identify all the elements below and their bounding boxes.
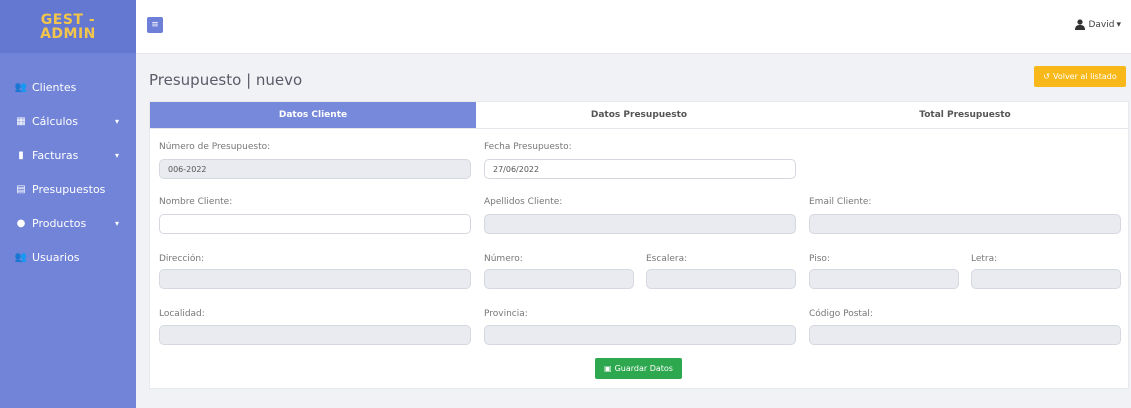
nombre-cliente-label: Nombre Cliente: <box>159 197 233 207</box>
topbar: ≡ David ▾ <box>136 0 1131 54</box>
localidad-field[interactable] <box>159 325 471 345</box>
sidebar-item-label: Usuarios <box>32 250 80 264</box>
budget-card: Datos Cliente Datos Presupuesto Total Pr… <box>149 101 1129 389</box>
escalera-field[interactable] <box>646 269 796 289</box>
fecha-presupuesto-label: Fecha Presupuesto: <box>484 142 572 152</box>
provincia-label: Provincia: <box>484 309 528 319</box>
sidebar-item-label: Clientes <box>32 80 77 94</box>
caret-down-icon: ▾ <box>114 218 119 228</box>
brand-logo[interactable]: GEST - ADMIN <box>0 0 136 54</box>
caret-down-icon: ▾ <box>114 116 119 126</box>
direccion-label: Dirección: <box>159 254 205 264</box>
page-title: Presupuesto | nuevo <box>149 71 303 89</box>
codigo-postal-field[interactable] <box>809 325 1121 345</box>
user-icon <box>1075 19 1086 30</box>
apellidos-cliente-field[interactable] <box>484 214 796 234</box>
floppy-disk-icon: ▣ <box>604 364 612 373</box>
sidebar-item-label: Facturas <box>32 148 79 162</box>
piso-field[interactable] <box>809 269 959 289</box>
letra-label: Letra: <box>971 254 998 264</box>
sidebar-item-facturas[interactable]: ▮ Facturas ▾ <box>0 138 136 172</box>
user-name: David <box>1088 19 1115 30</box>
sidebar: GEST - ADMIN 👥 Clientes ▦ Cálculos ▾ ▮ Fa… <box>0 0 136 408</box>
tab-datos-cliente[interactable]: Datos Cliente <box>150 102 476 128</box>
sidebar-item-clientes[interactable]: 👥 Clientes <box>0 70 136 104</box>
sidebar-item-presupuestos[interactable]: ▤ Presupuestos <box>0 172 136 206</box>
save-button-label: Guardar Datos <box>614 364 673 373</box>
sidebar-item-productos[interactable]: ● Productos ▾ <box>0 206 136 240</box>
provincia-field[interactable] <box>484 325 796 345</box>
caret-down-icon: ▾ <box>114 150 119 160</box>
undo-icon: ↺ <box>1043 72 1050 81</box>
localidad-label: Localidad: <box>159 309 205 319</box>
escalera-label: Escalera: <box>646 254 688 264</box>
fecha-presupuesto-field[interactable]: 27/06/2022 <box>484 159 796 179</box>
file-icon: ▮ <box>18 149 24 161</box>
sidebar-item-label: Presupuestos <box>32 182 106 196</box>
direccion-field[interactable] <box>159 269 471 289</box>
menu-toggle-button[interactable]: ≡ <box>147 17 163 33</box>
calculator-icon: ▦ <box>16 115 26 127</box>
numero-presupuesto-label: Número de Presupuesto: <box>159 142 271 152</box>
email-cliente-label: Email Cliente: <box>809 197 872 207</box>
letra-field[interactable] <box>971 269 1121 289</box>
sidebar-item-usuarios[interactable]: 👥 Usuarios <box>0 240 136 274</box>
brand-line-2: ADMIN <box>40 25 96 42</box>
sidebar-item-label: Productos <box>32 216 87 230</box>
numero-field[interactable] <box>484 269 634 289</box>
numero-label: Número: <box>484 254 523 264</box>
sidebar-item-label: Cálculos <box>32 114 79 128</box>
apellidos-cliente-label: Apellidos Cliente: <box>484 197 563 207</box>
sidebar-item-calculos[interactable]: ▦ Cálculos ▾ <box>0 104 136 138</box>
product-icon: ● <box>16 217 26 229</box>
nombre-cliente-field[interactable] <box>159 214 471 234</box>
users-cog-icon: 👥 <box>14 251 28 263</box>
numero-presupuesto-field[interactable]: 006-2022 <box>159 159 471 179</box>
sidebar-nav: 👥 Clientes ▦ Cálculos ▾ ▮ Facturas ▾ ▤ P… <box>0 54 136 274</box>
chevron-down-icon: ▾ <box>1116 19 1121 30</box>
hamburger-icon: ≡ <box>151 20 159 30</box>
users-icon: 👥 <box>14 81 28 93</box>
tab-datos-presupuesto[interactable]: Datos Presupuesto <box>476 102 802 128</box>
user-menu[interactable]: David ▾ <box>1074 19 1121 30</box>
email-cliente-field[interactable] <box>809 214 1121 234</box>
save-button[interactable]: ▣ Guardar Datos <box>595 358 682 379</box>
tab-bar: Datos Cliente Datos Presupuesto Total Pr… <box>150 102 1128 129</box>
piso-label: Piso: <box>809 254 830 264</box>
tab-total-presupuesto[interactable]: Total Presupuesto <box>802 102 1128 128</box>
codigo-postal-label: Código Postal: <box>809 309 873 319</box>
file-text-icon: ▤ <box>16 183 26 195</box>
back-to-list-button[interactable]: ↺ Volver al listado <box>1034 66 1126 87</box>
brand-line-1: GEST - <box>40 11 96 28</box>
back-button-label: Volver al listado <box>1052 72 1117 81</box>
